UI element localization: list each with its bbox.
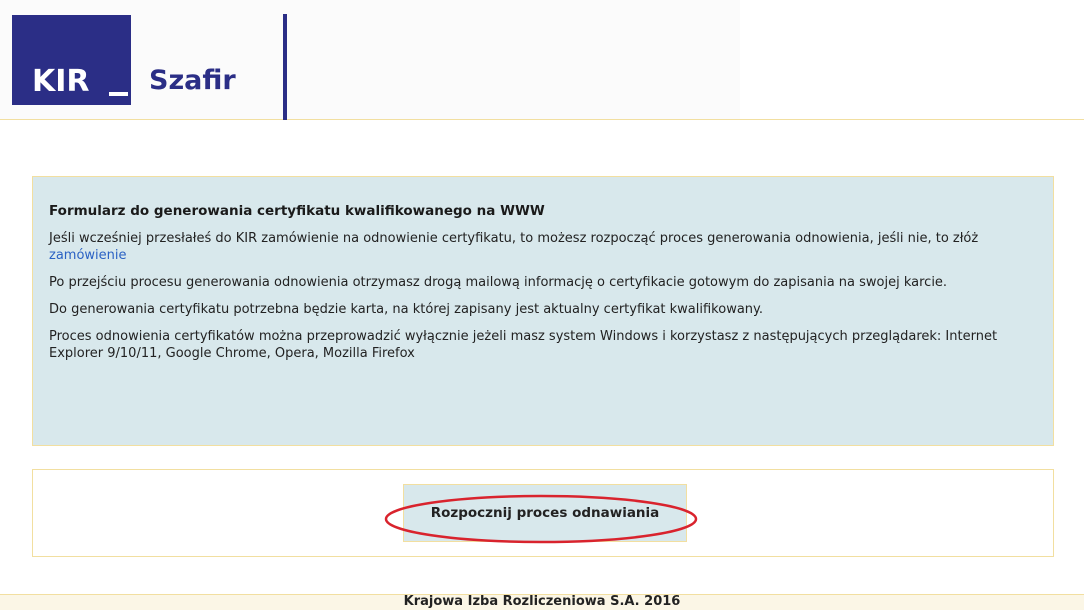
info-paragraph-3: Do generowania certyfikatu potrzebna będ…	[49, 302, 764, 317]
start-renewal-button[interactable]: Rozpocznij proces odnawiania	[403, 484, 687, 542]
info-paragraph-2: Po przejściu procesu generowania odnowie…	[49, 275, 948, 290]
kir-logo-underscore	[109, 92, 128, 96]
szafir-logo-text: Szafir	[149, 65, 236, 96]
page: KIR Szafir Formularz do generowania cert…	[0, 0, 1084, 610]
info-paragraph-4: Proces odnowienia certyfikatów można prz…	[49, 329, 998, 361]
kir-logo-text: KIR	[32, 64, 90, 99]
kir-logo[interactable]: KIR	[12, 15, 131, 105]
header: KIR Szafir	[0, 0, 1084, 120]
footer-text: Krajowa Izba Rozliczeniowa S.A. 2016	[403, 594, 681, 609]
order-link[interactable]: zamówienie	[49, 248, 127, 263]
action-panel: Rozpocznij proces odnawiania	[32, 469, 1054, 557]
info-paragraph-1-text: Jeśli wcześniej przesłałeś do KIR zamówi…	[49, 231, 979, 246]
szafir-divider	[283, 14, 287, 120]
footer: Krajowa Izba Rozliczeniowa S.A. 2016	[0, 594, 1084, 610]
info-paragraph-1: Jeśli wcześniej przesłałeś do KIR zamówi…	[49, 230, 1043, 264]
info-title: Formularz do generowania certyfikatu kwa…	[49, 203, 545, 219]
info-panel: Formularz do generowania certyfikatu kwa…	[32, 176, 1054, 446]
